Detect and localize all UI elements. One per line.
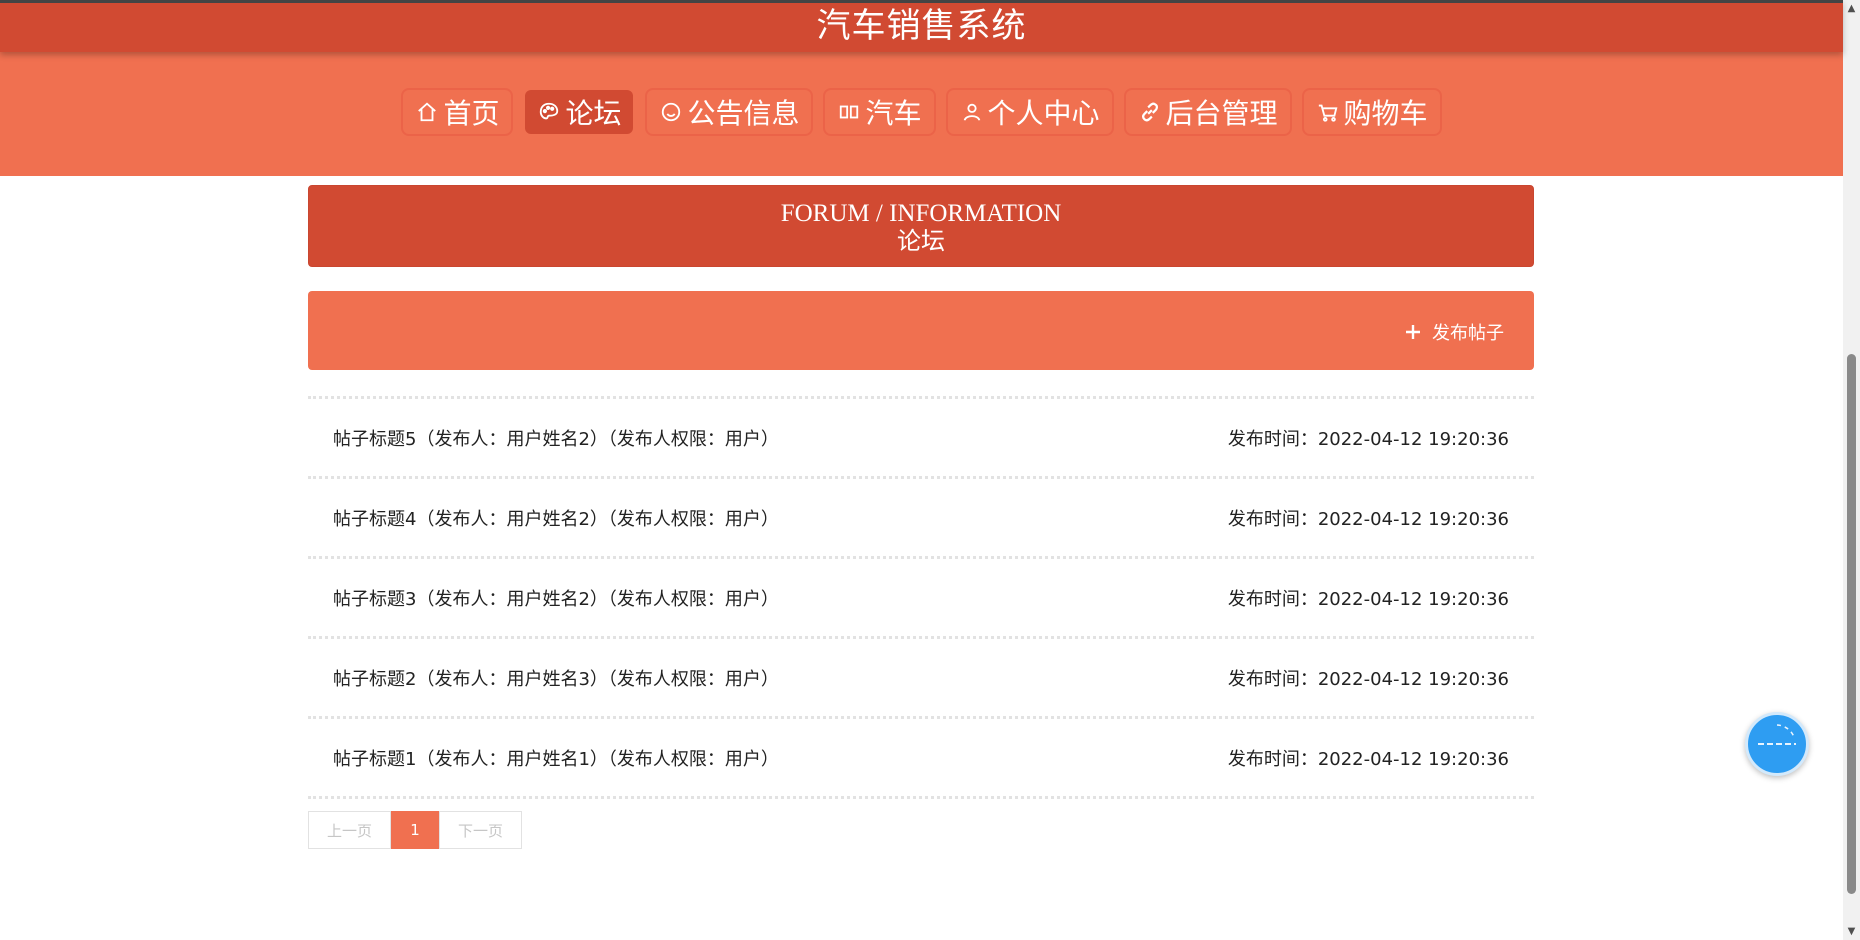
nav-item-admin[interactable]: 后台管理 bbox=[1125, 90, 1290, 134]
post-title: 帖子标题3（发布人：用户姓名2）（发布人权限：用户） bbox=[333, 588, 779, 610]
post-row[interactable]: 帖子标题5（发布人：用户姓名2）（发布人权限：用户） 发布时间：2022-04-… bbox=[308, 396, 1534, 476]
nav-item-label: 后台管理 bbox=[1165, 97, 1278, 130]
nav-item-home[interactable]: 首页 bbox=[403, 90, 512, 134]
palette-icon bbox=[537, 100, 561, 124]
post-time: 发布时间：2022-04-12 19:20:36 bbox=[1227, 668, 1509, 690]
user-icon bbox=[960, 100, 984, 124]
nav-item-label: 公告信息 bbox=[687, 97, 800, 130]
publish-post-label: 发布帖子 bbox=[1432, 323, 1504, 344]
nav-item-cars[interactable]: 汽车 bbox=[825, 90, 934, 134]
smile-icon bbox=[659, 100, 683, 124]
section-header: FORUM / INFORMATION 论坛 bbox=[308, 185, 1534, 267]
post-time: 发布时间：2022-04-12 19:20:36 bbox=[1227, 428, 1509, 450]
post-row[interactable]: 帖子标题2（发布人：用户姓名3）（发布人权限：用户） 发布时间：2022-04-… bbox=[308, 636, 1534, 716]
post-time: 发布时间：2022-04-12 19:20:36 bbox=[1227, 588, 1509, 610]
post-title: 帖子标题2（发布人：用户姓名3）（发布人权限：用户） bbox=[333, 668, 779, 690]
columns-icon bbox=[837, 100, 861, 124]
nav-item-forum[interactable]: 论坛 bbox=[525, 90, 634, 134]
list-divider bbox=[308, 796, 1534, 799]
nav-item-announcements[interactable]: 公告信息 bbox=[647, 90, 812, 134]
nav-item-label: 购物车 bbox=[1343, 97, 1428, 130]
cart-icon bbox=[1316, 100, 1340, 124]
post-title: 帖子标题1（发布人：用户姓名1）（发布人权限：用户） bbox=[333, 748, 779, 770]
post-list: 帖子标题5（发布人：用户姓名2）（发布人权限：用户） 发布时间：2022-04-… bbox=[308, 396, 1534, 799]
link-icon bbox=[1138, 100, 1162, 124]
vertical-scrollbar[interactable]: ▲ ▼ bbox=[1843, 0, 1860, 940]
post-time: 发布时间：2022-04-12 19:20:36 bbox=[1227, 508, 1509, 530]
next-page-button[interactable]: 下一页 bbox=[439, 811, 522, 849]
prev-page-button[interactable]: 上一页 bbox=[308, 811, 391, 849]
nav-item-cart[interactable]: 购物车 bbox=[1303, 90, 1440, 134]
plus-icon bbox=[1404, 322, 1422, 342]
post-title: 帖子标题4（发布人：用户姓名2）（发布人权限：用户） bbox=[333, 508, 779, 530]
scroll-up-arrow-icon[interactable]: ▲ bbox=[1843, 0, 1860, 17]
nav-item-label: 个人中心 bbox=[987, 97, 1100, 130]
post-row[interactable]: 帖子标题1（发布人：用户姓名1）（发布人权限：用户） 发布时间：2022-04-… bbox=[308, 716, 1534, 796]
home-icon bbox=[415, 100, 439, 124]
post-row[interactable]: 帖子标题4（发布人：用户姓名2）（发布人权限：用户） 发布时间：2022-04-… bbox=[308, 476, 1534, 556]
pagination: 上一页 1 下一页 bbox=[308, 811, 1534, 849]
post-time: 发布时间：2022-04-12 19:20:36 bbox=[1227, 748, 1509, 770]
nav-menu: 首页 论坛 公告信息 汽车 个人中心 后台管理 购物车 bbox=[0, 90, 1843, 134]
nav-bar: 首页 论坛 公告信息 汽车 个人中心 后台管理 购物车 bbox=[0, 52, 1843, 176]
nav-item-label: 汽车 bbox=[865, 97, 922, 130]
section-title-en: FORUM / INFORMATION bbox=[780, 200, 1062, 227]
nav-item-label: 论坛 bbox=[565, 97, 622, 130]
scroll-down-arrow-icon[interactable]: ▼ bbox=[1843, 923, 1860, 940]
post-row[interactable]: 帖子标题3（发布人：用户姓名2）（发布人权限：用户） 发布时间：2022-04-… bbox=[308, 556, 1534, 636]
page-number-button[interactable]: 1 bbox=[391, 811, 439, 849]
section-title-cn: 论坛 bbox=[897, 229, 945, 255]
floating-action-button[interactable] bbox=[1745, 712, 1809, 776]
post-title: 帖子标题5（发布人：用户姓名2）（发布人权限：用户） bbox=[333, 428, 779, 450]
nav-item-profile[interactable]: 个人中心 bbox=[947, 90, 1112, 134]
app-header: 汽车销售系统 bbox=[0, 0, 1843, 52]
float-button-icon bbox=[1758, 724, 1796, 745]
app-title: 汽车销售系统 bbox=[816, 6, 1027, 46]
main-content: FORUM / INFORMATION 论坛 发布帖子 帖子标题5（发布人：用户… bbox=[308, 185, 1534, 849]
action-bar: 发布帖子 bbox=[308, 291, 1534, 370]
scroll-thumb[interactable] bbox=[1847, 354, 1856, 894]
nav-item-label: 首页 bbox=[443, 97, 500, 130]
publish-post-button[interactable]: 发布帖子 bbox=[1404, 319, 1504, 345]
